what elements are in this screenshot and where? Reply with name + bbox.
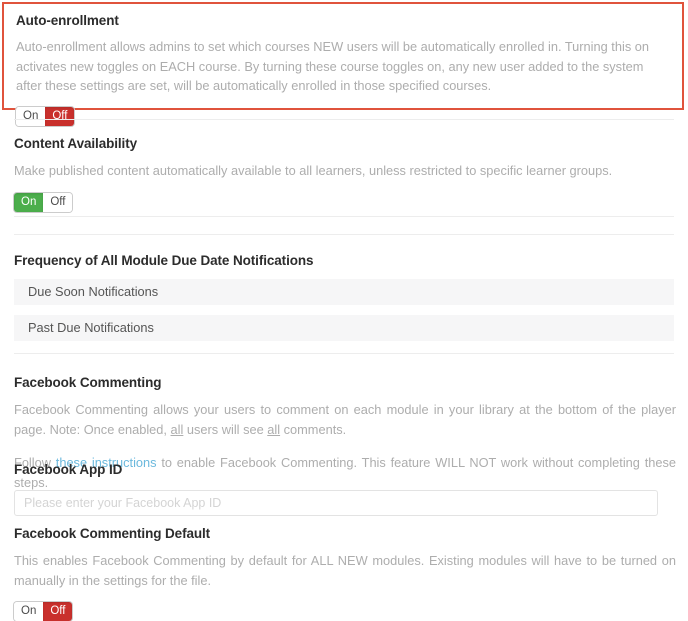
fb-desc-part2: users will see <box>183 421 268 437</box>
settings-page: Auto-enrollment Auto-enrollment allows a… <box>0 0 688 621</box>
notification-row-label: Past Due Notifications <box>28 320 154 335</box>
facebook-commenting-default-section: Facebook Commenting Default This enables… <box>14 525 676 621</box>
facebook-commenting-heading: Facebook Commenting <box>14 375 162 390</box>
auto-enrollment-toggle[interactable]: On Off <box>16 106 75 126</box>
facebook-commenting-description: Facebook Commenting allows your users to… <box>14 400 676 439</box>
notification-row-due-soon[interactable]: Due Soon Notifications <box>14 279 674 305</box>
divider-after-content-availability <box>14 216 674 217</box>
facebook-app-id-section: Facebook App ID <box>14 461 658 516</box>
content-availability-section: Content Availability Make published cont… <box>14 135 674 212</box>
fb-desc-emph-all-2: all <box>267 421 281 437</box>
content-availability-toggle-on[interactable]: On <box>14 192 44 212</box>
content-availability-description: Make published content automatically ava… <box>14 163 613 178</box>
facebook-app-id-input[interactable] <box>14 490 658 516</box>
facebook-commenting-default-heading: Facebook Commenting Default <box>14 526 211 541</box>
auto-enrollment-toggle-on[interactable]: On <box>16 106 46 126</box>
divider-before-notifications <box>14 234 674 235</box>
content-availability-heading: Content Availability <box>14 136 138 151</box>
facebook-commenting-default-toggle[interactable]: On Off <box>14 602 73 621</box>
facebook-commenting-default-toggle-on[interactable]: On <box>14 602 44 621</box>
divider-before-facebook-commenting <box>14 353 674 354</box>
fb-desc-emph-all-1: all <box>170 421 184 437</box>
auto-enrollment-section: Auto-enrollment Auto-enrollment allows a… <box>2 2 684 126</box>
facebook-commenting-default-toggle-off[interactable]: Off <box>43 602 73 621</box>
facebook-app-id-label: Facebook App ID <box>14 462 123 477</box>
notifications-section: Frequency of All Module Due Date Notific… <box>14 252 674 270</box>
divider-after-auto-enrollment <box>14 119 674 120</box>
notifications-heading: Frequency of All Module Due Date Notific… <box>14 253 314 268</box>
facebook-commenting-default-description: This enables Facebook Commenting by defa… <box>14 553 676 588</box>
fb-desc-part3: comments. <box>280 421 347 437</box>
auto-enrollment-description: Auto-enrollment allows admins to set whi… <box>16 39 650 93</box>
auto-enrollment-heading: Auto-enrollment <box>16 13 119 28</box>
content-availability-toggle[interactable]: On Off <box>14 192 73 212</box>
notification-row-label: Due Soon Notifications <box>28 284 159 299</box>
notification-row-past-due[interactable]: Past Due Notifications <box>14 315 674 341</box>
auto-enrollment-toggle-off[interactable]: Off <box>45 106 75 126</box>
content-availability-toggle-off[interactable]: Off <box>43 192 73 212</box>
